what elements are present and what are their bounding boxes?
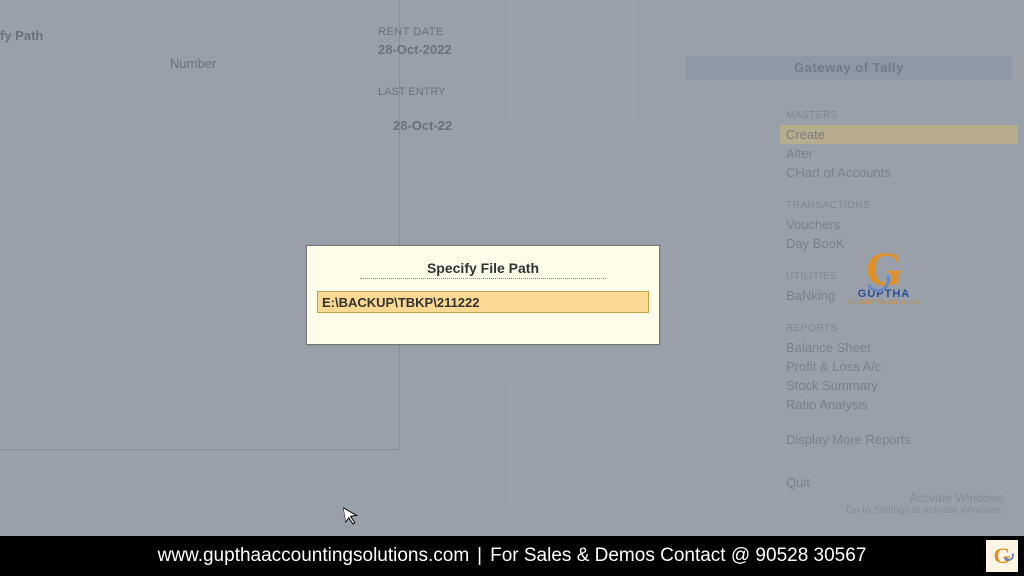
dialog-title: Specify File Path [307, 246, 659, 276]
logo-sub-text: ACCOUNTING SOLUTIONS [844, 300, 924, 306]
footer-bar: www.gupthaaccountingsolutions.com | For … [0, 536, 1024, 576]
file-path-input[interactable] [317, 291, 649, 313]
footer-separator: | [477, 545, 482, 567]
logo-swirl-icon [863, 265, 894, 296]
footer-contact: For Sales & Demos Contact @ 90528 30567 [490, 545, 866, 567]
footer-logo-g-icon: G [993, 543, 1010, 569]
footer-logo-swirl-icon [1002, 548, 1016, 562]
footer-website: www.gupthaaccountingsolutions.com [158, 545, 470, 567]
logo-g-icon: G [844, 250, 924, 290]
footer-logo: G [986, 540, 1018, 572]
guptha-logo: G GUPTHA ACCOUNTING SOLUTIONS [844, 250, 924, 306]
specify-file-path-dialog: Specify File Path [306, 245, 660, 345]
dialog-title-underline [360, 278, 606, 279]
